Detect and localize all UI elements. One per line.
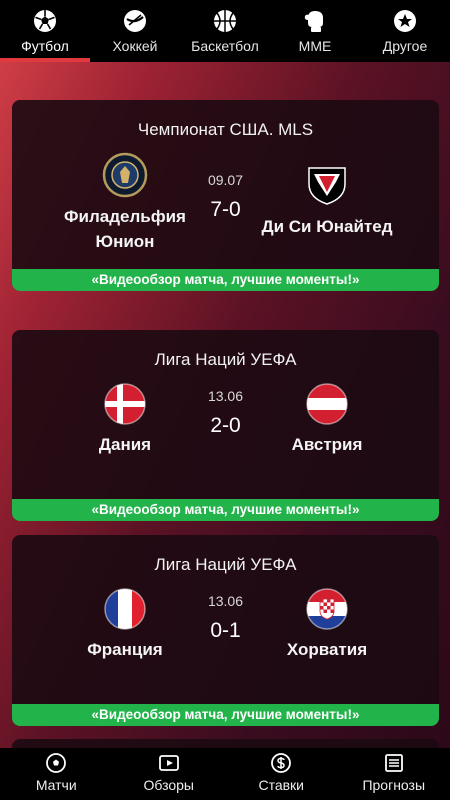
nav-label: Ставки (258, 777, 305, 793)
tab-label: Баскетбол (191, 38, 259, 54)
nav-label: Обзоры (143, 777, 195, 793)
nav-label: Матчи (35, 777, 77, 793)
nav-predictions[interactable]: Прогнозы (338, 748, 450, 800)
nav-matches[interactable]: Матчи (0, 748, 113, 800)
tab-mme[interactable]: MME (270, 0, 360, 62)
sport-tabs: Футбол Хоккей Баскетбол MME Другое (0, 0, 450, 62)
tab-label: Футбол (21, 38, 69, 54)
tab-label: Хоккей (112, 38, 158, 54)
league-title: Чемпионат США. MLS (137, 120, 314, 139)
basketball-icon (214, 10, 236, 32)
nav-bets[interactable]: Ставки (225, 748, 338, 800)
list-icon (384, 754, 403, 772)
hockey-puck-icon (124, 10, 146, 32)
dollar-icon (271, 753, 292, 773)
team-name: Австрия (291, 435, 363, 454)
nav-label: Прогнозы (362, 777, 426, 793)
austria-flag (306, 383, 348, 425)
away-team: Хорватия (252, 587, 402, 662)
team-name: Хорватия (286, 640, 368, 659)
bottom-navigation: Матчи Обзоры Ставки Прогнозы (0, 748, 450, 800)
tab-label: Другое (382, 38, 428, 54)
dc-united-logo (308, 167, 346, 205)
match-card[interactable]: Лига Наций УЕФА Дания 13.06 2-0 Австрия … (12, 330, 439, 521)
video-review-button[interactable]: «Видеообзор матча, лучшие моменты!» (12, 704, 439, 726)
league-title: Лига Наций УЕФА (154, 555, 297, 574)
league-title: Лига Наций УЕФА (154, 350, 297, 369)
soccer-ball-icon (34, 10, 56, 32)
tab-football[interactable]: Футбол (0, 0, 90, 62)
video-review-button[interactable]: «Видеообзор матча, лучшие моменты!» (12, 269, 439, 291)
away-team: Австрия (252, 382, 402, 457)
boxing-glove-icon (304, 11, 323, 32)
tab-basketball[interactable]: Баскетбол (180, 0, 270, 62)
tab-label: MME (298, 38, 332, 54)
video-review-button[interactable]: «Видеообзор матча, лучшие моменты!» (12, 499, 439, 521)
away-team: Ди Си Юнайтед (252, 162, 402, 239)
croatia-flag (306, 588, 348, 630)
tab-hockey[interactable]: Хоккей (90, 0, 180, 62)
nav-reviews[interactable]: Обзоры (113, 748, 226, 800)
match-card[interactable]: Чемпионат США. MLS Филадельфия Юнион 09.… (12, 100, 439, 291)
team-name: Ди Си Юнайтед (261, 217, 393, 236)
play-icon (158, 755, 179, 771)
soccer-ball-icon (46, 753, 67, 773)
match-card[interactable]: Лига Наций УЕФА Франция 13.06 0-1 Хорват… (12, 535, 439, 726)
tab-other[interactable]: Другое (360, 0, 450, 62)
star-icon (394, 10, 416, 32)
